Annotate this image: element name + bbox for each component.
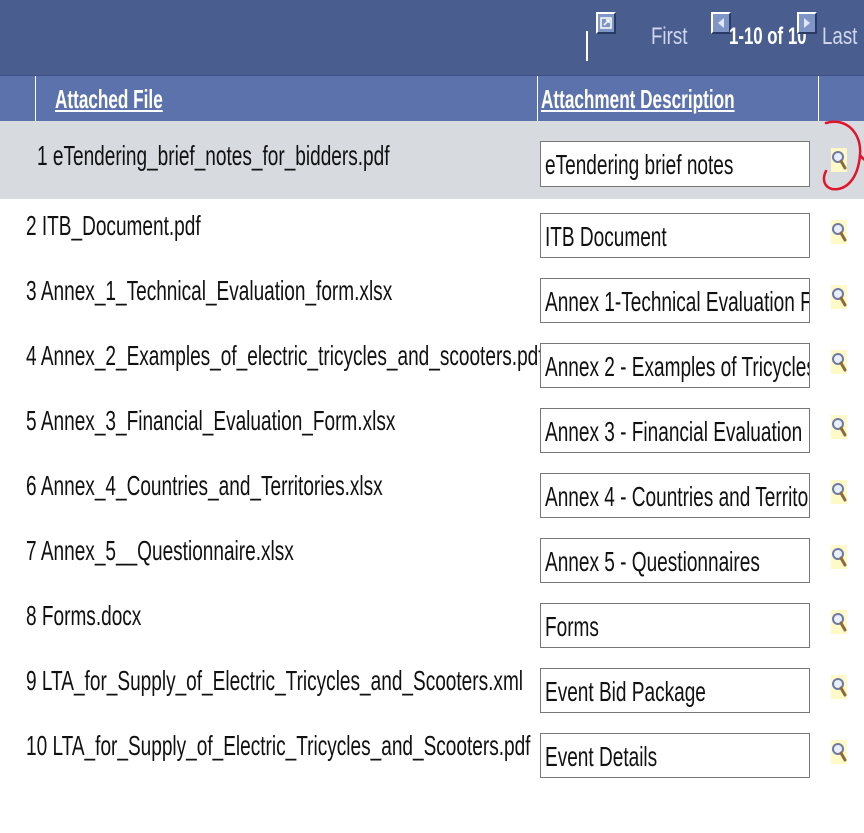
attachment-description-value: Event Details [545,741,658,772]
attached-file-name[interactable]: 3 Annex_1_Technical_Evaluation_form.xlsx [26,274,392,308]
attachment-description-value: Annex 1-Technical Evaluation Fc [545,286,810,317]
view-all-icon [600,17,612,29]
attachment-description-field[interactable]: Forms [540,603,810,648]
magnifier-icon [831,740,847,764]
header-divider [35,76,36,122]
table-row[interactable]: 1 eTendering_brief_notes_for_bidders.pdf… [0,121,864,199]
attachment-description-field[interactable]: Annex 5 - Questionnaires [540,538,810,583]
view-attachment-button[interactable] [829,737,849,767]
attachment-description-value: eTendering brief notes [545,149,734,180]
attachment-description-value: Event Bid Package [545,676,706,707]
table-row[interactable]: 10 LTA_for_Supply_of_Electric_Tricycles_… [0,719,864,784]
magnifier-icon [831,675,847,699]
attachment-description-value: Annex 2 - Examples of Tricycles [545,351,810,382]
next-page-button[interactable] [797,12,817,34]
view-attachment-button[interactable] [829,347,849,377]
attached-file-name[interactable]: 4 Annex_2_Examples_of_electric_tricycles… [26,339,544,373]
view-attachment-button[interactable] [829,145,849,175]
attachment-description-field[interactable]: Event Bid Package [540,668,810,713]
row-count-label: 1-10 of 10 [729,23,807,50]
attached-file-name[interactable]: 1 eTendering_brief_notes_for_bidders.pdf [37,139,389,173]
view-attachment-button[interactable] [829,282,849,312]
attachment-description-value: Annex 5 - Questionnaires [545,546,760,577]
view-attachment-button[interactable] [829,217,849,247]
attachment-description-field[interactable]: Annex 2 - Examples of Tricycles [540,343,810,388]
attachments-grid: First 1-10 of 10 Last Attached File Atta… [0,0,864,784]
header-divider [537,76,538,122]
attached-file-name[interactable]: 8 Forms.docx [26,599,141,633]
magnifier-icon [831,480,847,504]
nav-divider [586,31,588,61]
attached-file-name[interactable]: 10 LTA_for_Supply_of_Electric_Tricycles_… [26,729,530,763]
attached-file-name[interactable]: 2 ITB_Document.pdf [26,209,201,243]
attached-file-name[interactable]: 7 Annex_5__Questionnaire.xlsx [26,534,294,568]
view-attachment-button[interactable] [829,542,849,572]
magnifier-icon [831,610,847,634]
magnifier-icon [831,285,847,309]
view-attachment-button[interactable] [829,607,849,637]
attached-file-name[interactable]: 6 Annex_4_Countries_and_Territories.xlsx [26,469,383,503]
grid-navigation-bar: First 1-10 of 10 Last [0,0,864,75]
previous-page-button[interactable] [711,12,731,34]
magnifier-icon [831,220,847,244]
attachment-description-value: Forms [545,611,599,642]
attachment-description-value: Annex 3 - Financial Evaluation F [545,416,810,447]
attachment-description-column-header[interactable]: Attachment Description [541,84,735,114]
attachment-description-field[interactable]: Event Details [540,733,810,778]
header-divider [818,76,819,122]
table-row[interactable]: 2 ITB_Document.pdf ITB Document [0,199,864,264]
table-row[interactable]: 9 LTA_for_Supply_of_Electric_Tricycles_a… [0,654,864,719]
magnifier-icon [831,148,847,172]
attachment-description-field[interactable]: Annex 3 - Financial Evaluation F [540,408,810,453]
view-attachment-button[interactable] [829,672,849,702]
first-page-link[interactable]: First [651,22,687,52]
attached-file-name[interactable]: 9 LTA_for_Supply_of_Electric_Tricycles_a… [26,664,523,698]
attachment-description-field[interactable]: Annex 1-Technical Evaluation Fc [540,278,810,323]
view-attachment-button[interactable] [829,477,849,507]
view-all-button[interactable] [596,12,616,34]
last-page-link[interactable]: Last [822,22,857,52]
next-page-icon [804,18,810,28]
attached-file-column-header[interactable]: Attached File [55,84,163,114]
previous-page-icon [718,18,724,28]
table-row[interactable]: 6 Annex_4_Countries_and_Territories.xlsx… [0,459,864,524]
table-row[interactable]: 8 Forms.docx Forms [0,589,864,654]
table-row[interactable]: 3 Annex_1_Technical_Evaluation_form.xlsx… [0,264,864,329]
attachment-description-field[interactable]: ITB Document [540,213,810,258]
attachment-description-value: Annex 4 - Countries and Territori [545,481,810,512]
magnifier-icon [831,545,847,569]
attachment-rows: 1 eTendering_brief_notes_for_bidders.pdf… [0,121,864,784]
magnifier-icon [831,350,847,374]
attachment-description-value: ITB Document [545,221,667,252]
view-attachment-button[interactable] [829,412,849,442]
table-row[interactable]: 4 Annex_2_Examples_of_electric_tricycles… [0,329,864,394]
magnifier-icon [831,415,847,439]
attachment-description-field[interactable]: Annex 4 - Countries and Territori [540,473,810,518]
column-header-row: Attached File Attachment Description [0,75,864,122]
table-row[interactable]: 5 Annex_3_Financial_Evaluation_Form.xlsx… [0,394,864,459]
table-row[interactable]: 7 Annex_5__Questionnaire.xlsx Annex 5 - … [0,524,864,589]
attachment-description-field[interactable]: eTendering brief notes [540,141,810,187]
attached-file-name[interactable]: 5 Annex_3_Financial_Evaluation_Form.xlsx [26,404,395,438]
